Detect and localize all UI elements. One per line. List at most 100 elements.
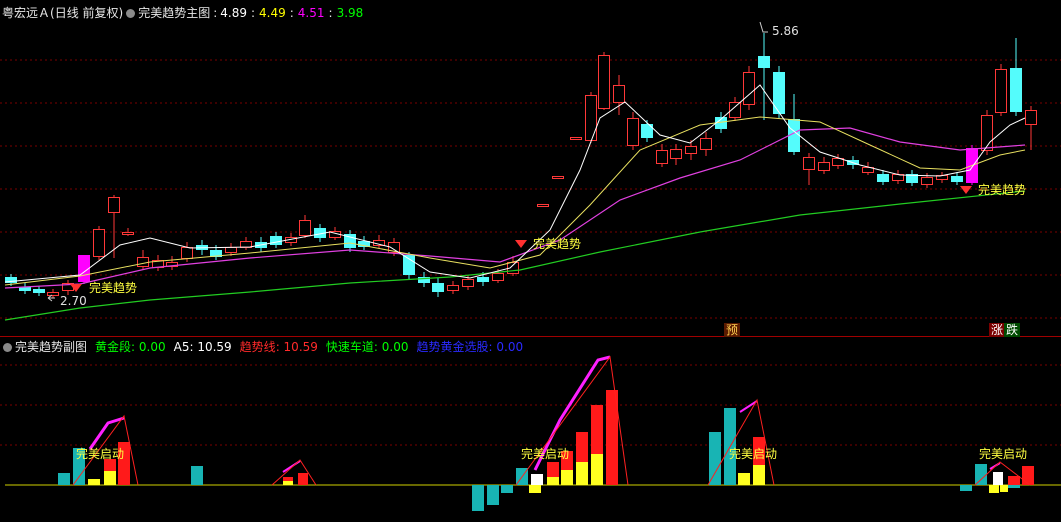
sub-value-trend: 10.59 [283,340,318,354]
period-label[interactable]: (日线 前复权) [50,5,123,21]
main-chart-header: 粤宏远Ａ (日线 前复权) 完美趋势主图 : 4.89 : 4.49 : 4.5… [2,5,364,21]
signal-label-1: 完美趋势 [89,280,137,295]
candle-body [270,236,282,245]
candle-body [492,273,504,281]
gear-icon[interactable] [126,8,136,18]
launch-label-2: 完美启动 [521,446,569,461]
sub-bar [58,473,70,485]
sub-bar [738,473,750,485]
launch-label-4: 完美启动 [979,446,1027,461]
sub-bar [531,474,543,485]
candle-body [108,197,120,213]
sub-bar [591,454,603,485]
candle-body [477,277,489,282]
low-price-label: 2.70 [60,294,87,308]
moving-average-lines [4,84,1026,321]
sub-label-select: 趋势黄金选股 [416,340,489,354]
sub-bar [547,477,559,485]
sub-bar [472,485,484,511]
candle-body [570,137,582,140]
candle-body [462,279,474,287]
candle-body [552,176,564,179]
candle-body [670,149,682,159]
signal-label-3: 完美趋势 [978,182,1026,197]
sub-bar [487,485,499,505]
chart-canvas: 5.86 2.70 完美趋势 完美趋势 完美趋势 完美启动 完美启动 完美启动 … [0,21,1061,511]
sub-chart-header: 完美趋势副图 黄金段: 0.00 A5: 10.59 趋势线: 10.59 快速… [0,339,1061,355]
sub-bar [298,473,308,485]
high-price-label: 5.86 [772,24,799,38]
candle-body [758,56,770,68]
sub-bar [547,462,559,477]
sub-bar [561,470,573,485]
candle-body [656,150,668,164]
sub-bar [1022,466,1034,485]
candle-body [447,285,459,291]
badge-die: 跌 [1004,323,1021,337]
sub-bar [576,432,588,462]
candle-body [585,95,597,141]
launch-signals: 完美启动 完美启动 完美启动 完美启动 [76,446,1027,461]
sub-label-fast: 快速车道 [325,340,374,354]
trend-line [739,400,758,413]
launch-label-1: 完美启动 [76,446,124,461]
candle-body [877,174,889,182]
badge-zhang: 涨 [989,323,1006,337]
sub-bar [993,472,1003,485]
sub-bar [88,479,100,485]
sub-bar [283,477,293,481]
candle-body [181,247,193,259]
sub-label-golden: 黄金段 [95,340,132,354]
grid [0,59,1061,446]
candle-body [225,247,237,253]
sub-bar [709,432,721,485]
candle-body [818,162,830,171]
candle-body [773,72,785,114]
sub-bar [975,464,987,485]
candle-body [432,283,444,292]
ma-value-2: 4.49 [259,6,286,20]
candle-body [403,255,415,275]
ma-value-3: 4.51 [297,6,325,20]
candle-body [137,257,149,267]
sub-bar [1008,476,1020,485]
sub-bar [283,481,293,485]
candle-body [981,115,993,151]
launch-label-3: 完美启动 [729,446,777,461]
candle-body [685,146,697,154]
gem-icon [960,186,972,194]
candle-body [47,292,59,296]
sub-bar [576,462,588,485]
sub-bar [1000,485,1008,492]
gear-icon[interactable] [3,342,12,352]
sub-indicator-bars [58,355,1034,511]
sub-bar [529,485,541,493]
sub-indicator-name[interactable]: 完美趋势副图 [15,339,87,355]
candle-body [951,176,963,182]
sub-value-fast: 0.00 [381,340,409,354]
candle-body [921,177,933,185]
sub-bar [1008,485,1020,488]
sub-bar [989,485,999,493]
gem-icon [515,240,527,248]
candle-body [122,232,134,235]
signal-label-2: 完美趋势 [533,236,581,251]
stock-name[interactable]: 粤宏远Ａ [2,5,50,21]
candle-body [803,157,815,170]
candle-body [627,118,639,146]
ma-value-4: 3.98 [336,6,364,20]
candle-body [995,69,1007,113]
sub-label-trend: 趋势线 [239,340,276,354]
sub-bar [960,485,972,491]
sub-value-select: 0.00 [496,340,524,354]
sub-bar [191,466,203,485]
candle-body [743,72,755,105]
candle-body [1025,110,1037,125]
sub-bar [501,485,513,493]
trend-signals: 完美趋势 完美趋势 完美趋势 [70,182,1026,295]
sub-bar [753,465,765,485]
candle-body [299,220,311,236]
sub-value-golden: 0.00 [138,340,166,354]
indicator-name[interactable]: 完美趋势主图 [138,5,210,21]
sub-value-a5: 10.59 [197,340,232,354]
